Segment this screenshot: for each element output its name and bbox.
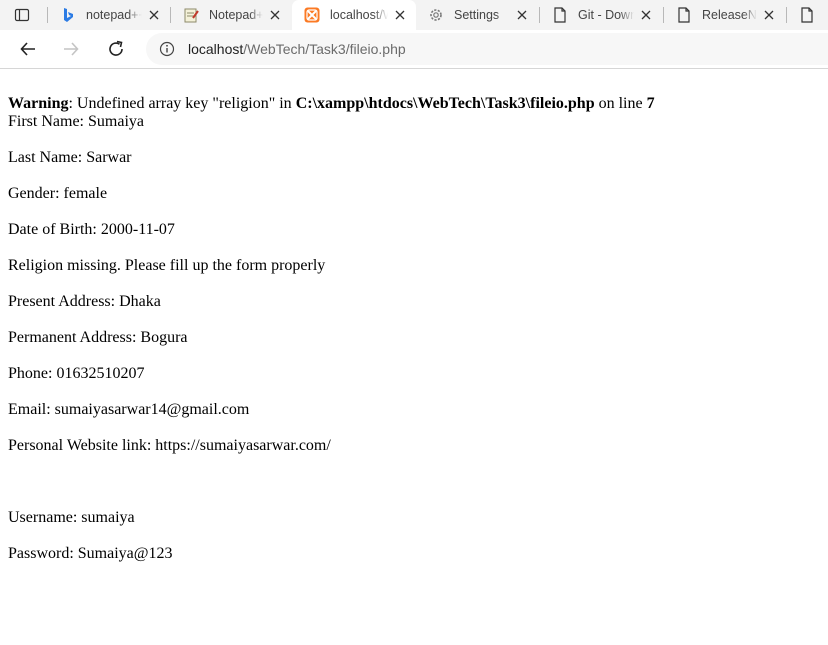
site-info-icon[interactable] — [159, 41, 175, 57]
tab-title: notepad++ — [86, 8, 142, 22]
url-text[interactable]: localhost/WebTech/Task3/fileio.php — [188, 41, 406, 57]
refresh-icon — [109, 40, 123, 56]
email-line: Email: sumaiyasarwar14@gmail.com — [8, 401, 250, 418]
website-line: Personal Website link: https://sumaiyasa… — [8, 437, 331, 454]
password-line: Password: Sumaiya@123 — [8, 545, 173, 562]
tab-notepad-search[interactable]: notepad++ — [48, 0, 170, 30]
close-icon[interactable] — [267, 7, 283, 23]
xampp-icon — [304, 7, 320, 23]
forward-arrow-icon — [64, 42, 79, 56]
page-icon — [676, 7, 692, 23]
warning-on-line: on line — [594, 95, 647, 112]
tab-title: Settings — [454, 8, 500, 22]
warning-file: C:\xampp\htdocs\WebTech\Task3\fileio.php — [295, 95, 595, 112]
tab-release-notes[interactable]: ReleaseNotes — [664, 0, 785, 30]
url-host: localhost — [188, 41, 244, 57]
religion-error-line: Religion missing. Please fill up the for… — [8, 257, 326, 274]
close-icon[interactable] — [638, 7, 654, 23]
tab-strip: notepad++ Notepad++ localhost/WebTech/T — [0, 0, 828, 30]
page-icon — [552, 7, 568, 23]
close-icon[interactable] — [514, 7, 530, 23]
warning-label: Warning — [8, 95, 69, 112]
url-path: /WebTech/Task3/fileio.php — [243, 41, 406, 57]
browser-toolbar: localhost/WebTech/Task3/fileio.php — [0, 30, 828, 69]
sidebar-panel-icon — [14, 8, 30, 22]
notepad-icon — [183, 7, 199, 23]
username-line: Username: sumaiya — [8, 509, 135, 526]
close-icon[interactable] — [761, 7, 777, 23]
present-address-line: Present Address: Dhaka — [8, 293, 161, 310]
bing-icon — [60, 7, 76, 23]
warning-message: : Undefined array key "religion" in — [68, 95, 296, 112]
tab-notepad-plus[interactable]: Notepad++ — [171, 0, 291, 30]
tab-title: localhost/WebTech/Task3/fileio.php — [330, 8, 388, 22]
tab-partial[interactable] — [787, 0, 828, 30]
tab-settings[interactable]: Settings — [416, 0, 538, 30]
tab-title: Notepad++ — [209, 8, 263, 22]
address-bar[interactable]: localhost/WebTech/Task3/fileio.php — [146, 33, 828, 65]
first-name-line: First Name: Sumaiya — [8, 113, 144, 130]
gear-icon — [428, 7, 444, 23]
warning-line-number: 7 — [646, 95, 655, 112]
date-of-birth-line: Date of Birth: 2000-11-07 — [8, 221, 175, 238]
refresh-button[interactable] — [102, 35, 130, 63]
tab-localhost-active[interactable]: localhost/WebTech/Task3/fileio.php — [292, 0, 416, 30]
tab-title: ReleaseNotes — [702, 8, 757, 22]
gender-line: Gender: female — [8, 185, 108, 202]
tab-actions-button[interactable] — [0, 0, 44, 30]
page-icon — [799, 7, 815, 23]
tab-git-downloads[interactable]: Git - Downloads — [540, 0, 662, 30]
php-warning: Warning: Undefined array key "religion" … — [8, 95, 655, 113]
phone-line: Phone: 01632510207 — [8, 365, 145, 382]
forward-button[interactable] — [57, 35, 85, 63]
tab-title: Git - Downloads — [578, 8, 634, 22]
permanent-address-line: Permanent Address: Bogura — [8, 329, 188, 346]
back-button[interactable] — [14, 35, 42, 63]
back-arrow-icon — [20, 42, 35, 56]
close-icon[interactable] — [392, 7, 408, 23]
last-name-line: Last Name: Sarwar — [8, 149, 132, 166]
close-icon[interactable] — [146, 7, 162, 23]
